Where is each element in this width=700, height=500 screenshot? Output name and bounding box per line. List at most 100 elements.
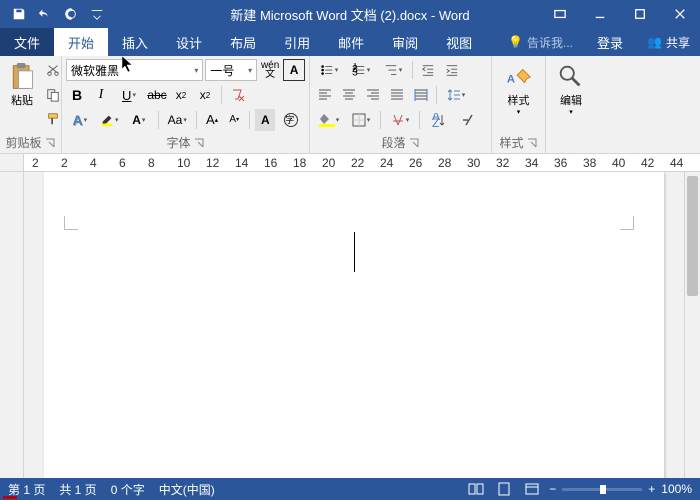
- status-bar: 第 1 页 共 1 页 0 个字 中文(中国) − + 100%: [0, 478, 700, 500]
- shrink-font-icon[interactable]: A▾: [224, 109, 244, 131]
- char-shading-icon[interactable]: A: [255, 109, 275, 131]
- align-right-icon[interactable]: [362, 84, 384, 106]
- share-button[interactable]: 👥共享: [637, 34, 700, 51]
- line-spacing-icon[interactable]: ▾: [441, 84, 471, 106]
- phonetic-guide-icon[interactable]: wén文: [259, 59, 281, 81]
- editing-button[interactable]: 编辑▾: [550, 58, 592, 120]
- clipboard-launcher-icon[interactable]: [44, 137, 56, 149]
- text-cursor: [354, 232, 355, 272]
- clipboard-icon: [8, 62, 36, 92]
- align-left-icon[interactable]: [314, 84, 336, 106]
- font-name-combo[interactable]: 微软雅黑▾: [66, 59, 203, 81]
- character-border-icon[interactable]: A: [283, 59, 305, 81]
- sort-icon[interactable]: AZ: [424, 109, 454, 131]
- tab-home[interactable]: 开始: [54, 28, 108, 56]
- numbering-icon[interactable]: 123▾: [346, 59, 376, 81]
- ribbon-options-icon[interactable]: [540, 0, 580, 28]
- tell-me-search[interactable]: 💡告诉我...: [498, 34, 583, 51]
- font-color-icon[interactable]: A▾: [125, 109, 153, 131]
- tab-references[interactable]: 引用: [270, 28, 324, 56]
- strikethrough-icon[interactable]: abc: [146, 84, 168, 106]
- tab-mail[interactable]: 邮件: [324, 28, 378, 56]
- styles-group-label: 样式: [499, 134, 523, 151]
- status-page[interactable]: 第 1 页: [8, 481, 45, 498]
- styles-launcher-icon[interactable]: [526, 137, 538, 149]
- undo-icon[interactable]: [34, 3, 56, 25]
- status-language[interactable]: 中文(中国): [159, 481, 215, 498]
- grow-font-icon[interactable]: A▴: [202, 109, 222, 131]
- copy-icon[interactable]: [42, 84, 64, 106]
- format-painter-icon[interactable]: [42, 108, 64, 130]
- tab-view[interactable]: 视图: [432, 28, 486, 56]
- shading-icon[interactable]: ▾: [314, 109, 344, 131]
- align-justify-icon[interactable]: [386, 84, 408, 106]
- ribbon: 粘贴 剪贴板 微软雅黑▾ 一号▾ wén文 A B I U▾ abc x2 x2…: [0, 56, 700, 154]
- svg-text:Z: Z: [432, 116, 439, 127]
- font-group-label: 字体: [166, 134, 190, 151]
- styles-icon: A: [504, 62, 534, 92]
- zoom-in-icon[interactable]: +: [648, 482, 655, 496]
- close-icon[interactable]: [660, 0, 700, 28]
- redo-icon[interactable]: [60, 3, 82, 25]
- font-launcher-icon[interactable]: [193, 137, 205, 149]
- increase-indent-icon[interactable]: [441, 59, 463, 81]
- margin-marker: [620, 216, 634, 230]
- ruler-vertical[interactable]: [0, 172, 24, 478]
- tab-review[interactable]: 审阅: [378, 28, 432, 56]
- multilevel-list-icon[interactable]: ▾: [378, 59, 408, 81]
- zoom-slider[interactable]: [562, 488, 642, 491]
- window-title: 新建 Microsoft Word 文档 (2).docx - Word: [230, 5, 469, 24]
- underline-icon[interactable]: U▾: [114, 84, 144, 106]
- paragraph-group-label: 段落: [381, 134, 405, 151]
- svg-text:3: 3: [352, 67, 358, 78]
- tab-design[interactable]: 设计: [162, 28, 216, 56]
- styles-button[interactable]: A 样式▾: [496, 58, 541, 120]
- asian-layout-icon[interactable]: ▾: [385, 109, 415, 131]
- borders-icon[interactable]: ▾: [346, 109, 376, 131]
- scrollbar-vertical[interactable]: [684, 172, 700, 478]
- italic-icon[interactable]: I: [90, 84, 112, 106]
- highlight-icon[interactable]: ▾: [96, 109, 124, 131]
- margin-marker: [64, 216, 78, 230]
- paragraph-launcher-icon[interactable]: [408, 137, 420, 149]
- bold-icon[interactable]: B: [66, 84, 88, 106]
- zoom-out-icon[interactable]: −: [549, 482, 556, 496]
- align-distributed-icon[interactable]: [410, 84, 432, 106]
- login-button[interactable]: 登录: [583, 33, 637, 52]
- tab-file[interactable]: 文件: [0, 28, 54, 56]
- clear-format-icon[interactable]: [227, 84, 249, 106]
- find-icon: [556, 62, 586, 92]
- change-case-icon[interactable]: Aa▾: [164, 109, 192, 131]
- document-area[interactable]: [24, 172, 684, 478]
- decrease-indent-icon[interactable]: [417, 59, 439, 81]
- lightbulb-icon: 💡: [508, 35, 523, 49]
- enclose-char-icon[interactable]: 字: [277, 109, 305, 131]
- read-mode-icon[interactable]: [465, 478, 487, 500]
- zoom-level[interactable]: 100%: [661, 482, 692, 496]
- status-word-count[interactable]: 0 个字: [111, 481, 145, 498]
- cut-icon[interactable]: [42, 60, 64, 82]
- status-total-pages[interactable]: 共 1 页: [59, 481, 96, 498]
- menu-bar: 文件 开始 插入 设计 布局 引用 邮件 审阅 视图 💡告诉我... 登录 👥共…: [0, 28, 700, 56]
- tab-insert[interactable]: 插入: [108, 28, 162, 56]
- subscript-icon[interactable]: x2: [170, 84, 192, 106]
- clipboard-group-label: 剪贴板: [5, 134, 41, 151]
- title-bar: 新建 Microsoft Word 文档 (2).docx - Word: [0, 0, 700, 28]
- paste-button[interactable]: 粘贴: [4, 58, 40, 132]
- print-layout-icon[interactable]: [493, 478, 515, 500]
- maximize-icon[interactable]: [620, 0, 660, 28]
- save-icon[interactable]: [8, 3, 30, 25]
- paragraph-marks-icon[interactable]: [456, 109, 478, 131]
- minimize-icon[interactable]: [580, 0, 620, 28]
- text-effects-icon[interactable]: A▾: [66, 109, 94, 131]
- web-layout-icon[interactable]: [521, 478, 543, 500]
- ruler-horizontal[interactable]: 2246810121416182022242628303234363840424…: [0, 154, 700, 172]
- qat-customize-icon[interactable]: [86, 3, 108, 25]
- align-center-icon[interactable]: [338, 84, 360, 106]
- font-size-combo[interactable]: 一号▾: [205, 59, 257, 81]
- bullets-icon[interactable]: ▾: [314, 59, 344, 81]
- tab-layout[interactable]: 布局: [216, 28, 270, 56]
- superscript-icon[interactable]: x2: [194, 84, 216, 106]
- svg-text:A: A: [506, 74, 514, 86]
- share-icon: 👥: [647, 35, 662, 49]
